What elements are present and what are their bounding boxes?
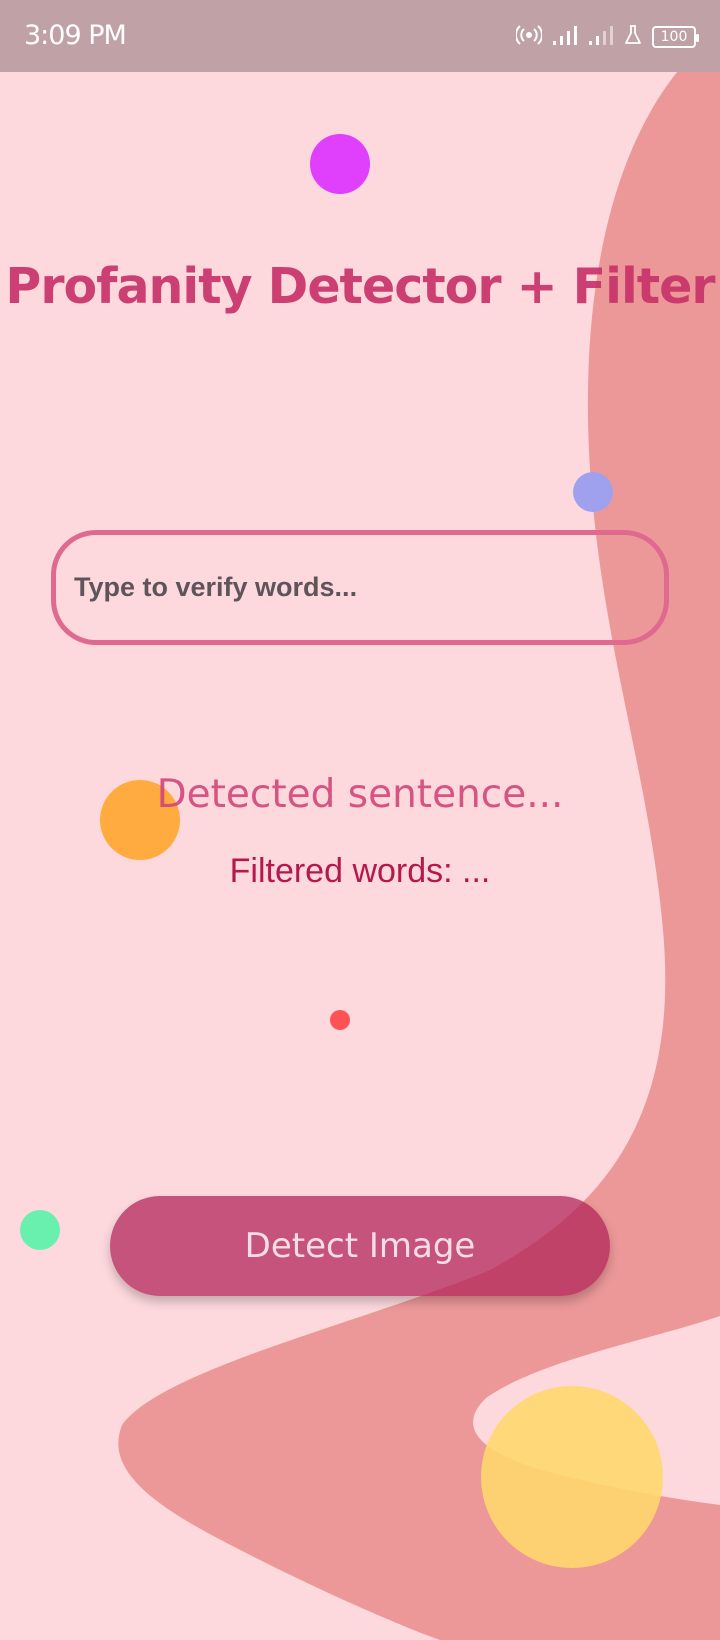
status-icons: 100	[514, 22, 699, 52]
verify-words-input[interactable]	[56, 535, 664, 640]
battery-icon: 100	[652, 26, 699, 48]
magenta-dot	[310, 134, 370, 194]
status-bar: 3:09 PM 100	[0, 0, 720, 72]
hotspot-icon	[514, 24, 544, 51]
signal-weak-icon	[588, 24, 614, 51]
verify-words-field[interactable]	[51, 530, 669, 645]
status-time: 3:09 PM	[24, 20, 127, 51]
signal-icon	[552, 24, 578, 51]
filtered-words: Filtered words: ...	[229, 852, 491, 890]
page-title: Profanity Detector + Filter	[5, 258, 715, 315]
green-dot	[20, 1210, 60, 1250]
detect-image-button[interactable]: Detect Image	[110, 1196, 610, 1296]
yellow-circle	[481, 1386, 663, 1568]
red-dot	[330, 1010, 350, 1030]
lab-flask-icon	[624, 24, 642, 51]
lavender-dot	[573, 472, 613, 512]
detected-sentence: Detected sentence...	[156, 772, 564, 817]
